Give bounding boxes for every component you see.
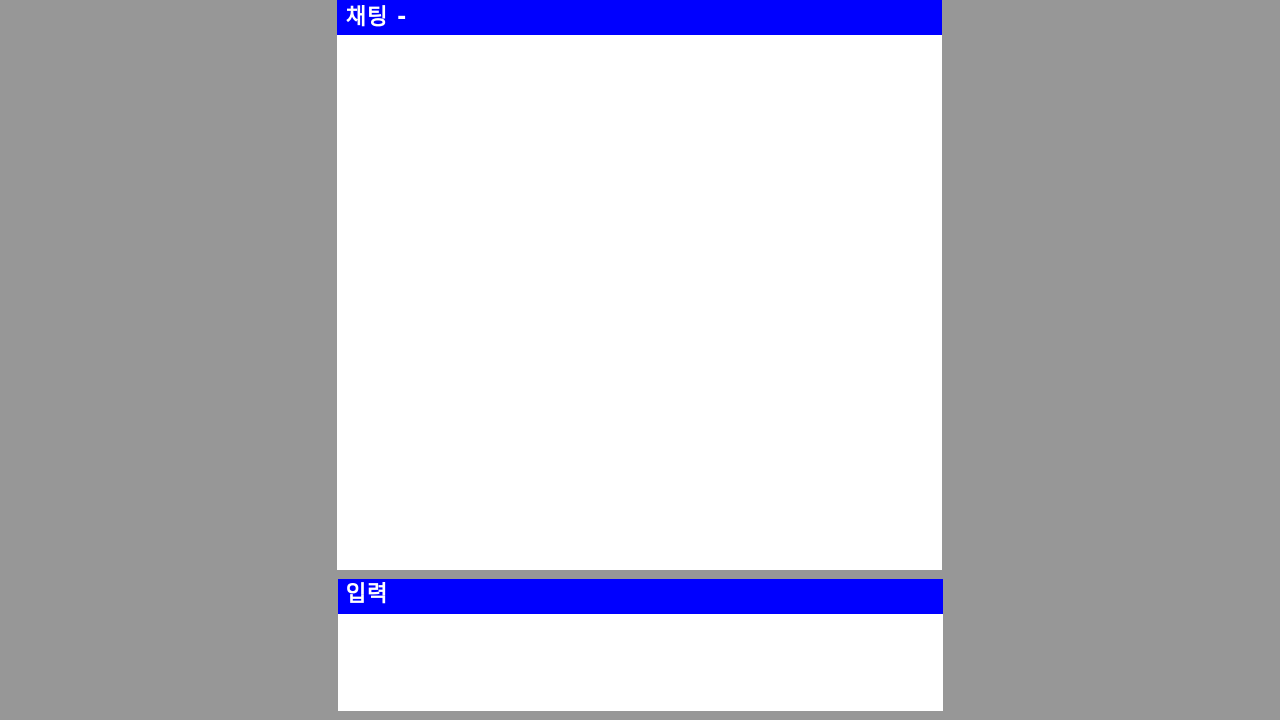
input-panel: 입력 <box>338 579 943 711</box>
input-area-container <box>338 614 943 711</box>
chat-panel-title: 채팅 - <box>337 0 942 35</box>
chat-panel: 채팅 - <box>337 0 942 570</box>
input-panel-title: 입력 <box>338 579 943 614</box>
message-input[interactable] <box>338 614 943 711</box>
chat-message-area[interactable] <box>337 35 942 570</box>
